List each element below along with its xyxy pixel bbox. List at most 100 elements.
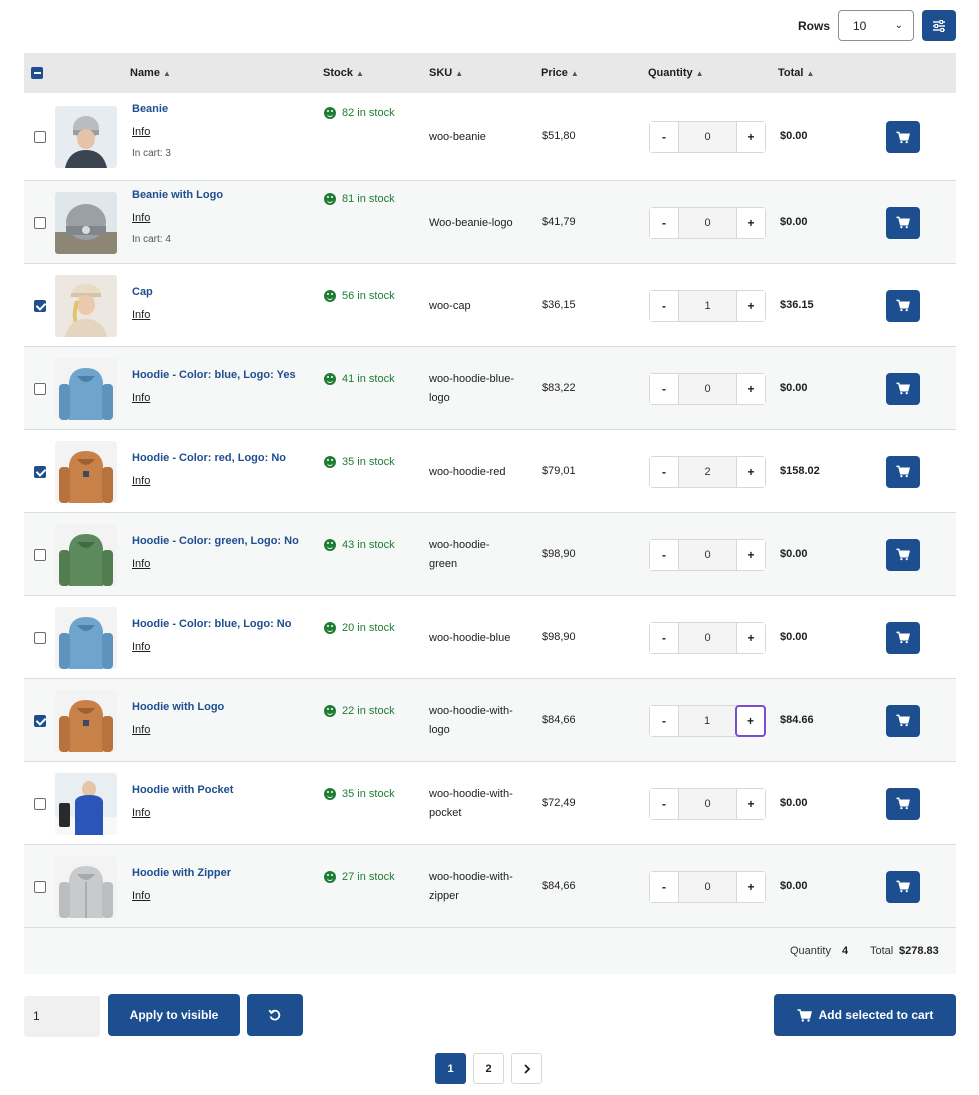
product-name-link[interactable]: Hoodie - Color: green, Logo: No [132, 535, 299, 547]
apply-to-visible-button[interactable]: Apply to visible [108, 994, 240, 1036]
decrease-quantity-button[interactable]: - [650, 373, 679, 404]
column-header-price[interactable]: Price ▲︎ [541, 67, 579, 79]
add-to-cart-button[interactable] [886, 870, 920, 903]
product-name-link[interactable]: Beanie [132, 103, 168, 115]
product-thumbnail[interactable] [55, 357, 117, 420]
add-to-cart-button[interactable] [886, 455, 920, 488]
column-header-total[interactable]: Total ▲︎ [778, 67, 814, 79]
increase-quantity-button[interactable]: + [736, 622, 765, 653]
quantity-input[interactable]: 1 [679, 290, 736, 321]
increase-quantity-button[interactable]: + [736, 373, 765, 404]
product-info-link[interactable]: Info [132, 309, 150, 321]
rows-label: Rows [797, 18, 830, 33]
product-name-link[interactable]: Hoodie - Color: blue, Logo: No [132, 618, 291, 630]
product-info-link[interactable]: Info [132, 641, 150, 653]
product-name-link[interactable]: Hoodie - Color: red, Logo: No [132, 452, 286, 464]
product-info-link[interactable]: Info [132, 126, 150, 138]
product-thumbnail[interactable] [55, 106, 117, 168]
quantity-input[interactable]: 0 [679, 207, 736, 238]
decrease-quantity-button[interactable]: - [650, 122, 679, 152]
decrease-quantity-button[interactable]: - [650, 871, 679, 902]
product-thumbnail[interactable] [55, 689, 117, 752]
product-info-link[interactable]: Info [132, 807, 150, 819]
product-thumbnail[interactable] [55, 772, 117, 835]
product-thumbnail[interactable] [55, 440, 117, 503]
decrease-quantity-button[interactable]: - [650, 290, 679, 321]
product-thumbnail[interactable] [55, 855, 117, 918]
product-info-link[interactable]: Info [132, 212, 150, 224]
decrease-quantity-button[interactable]: - [650, 456, 679, 487]
select-all-checkbox[interactable] [31, 67, 43, 79]
add-to-cart-button[interactable] [886, 121, 920, 153]
column-header-sku[interactable]: SKU ▲︎ [429, 67, 463, 79]
product-name-link[interactable]: Hoodie with Pocket [132, 784, 233, 796]
increase-quantity-button[interactable]: + [736, 122, 765, 152]
product-thumbnail[interactable] [55, 274, 117, 337]
product-thumbnail[interactable] [55, 606, 117, 669]
product-thumbnail[interactable] [55, 523, 117, 586]
quantity-input[interactable]: 0 [679, 788, 736, 819]
row-checkbox[interactable] [34, 548, 46, 561]
page-2-button[interactable]: 2 [473, 1053, 504, 1084]
row-checkbox[interactable] [34, 465, 46, 478]
bulk-quantity-input[interactable]: 1 [24, 996, 100, 1037]
product-info-link[interactable]: Info [132, 558, 150, 570]
increase-quantity-button[interactable]: + [736, 539, 765, 570]
add-selected-to-cart-button[interactable]: Add selected to cart [774, 994, 956, 1036]
product-info-link[interactable]: Info [132, 392, 150, 404]
column-header-quantity[interactable]: Quantity ▲︎ [648, 67, 704, 79]
add-to-cart-button[interactable] [886, 704, 920, 737]
increase-quantity-button[interactable]: + [736, 290, 765, 321]
decrease-quantity-button[interactable]: - [650, 705, 679, 736]
product-thumbnail[interactable] [55, 191, 117, 254]
add-to-cart-button[interactable] [886, 621, 920, 654]
quantity-input[interactable]: 0 [679, 622, 736, 653]
quantity-input[interactable]: 1 [679, 705, 735, 736]
column-header-stock[interactable]: Stock ▲︎ [323, 67, 364, 79]
increase-quantity-button[interactable]: + [736, 456, 765, 487]
product-name-link[interactable]: Hoodie with Zipper [132, 867, 231, 879]
decrease-quantity-button[interactable]: - [650, 788, 679, 819]
rows-per-page-select[interactable]: 10 ⌄ [838, 10, 914, 41]
quantity-input[interactable]: 0 [679, 871, 736, 902]
increase-quantity-button[interactable]: + [736, 788, 765, 819]
row-checkbox[interactable] [34, 216, 46, 229]
row-checkbox[interactable] [34, 880, 46, 893]
reset-button[interactable] [247, 994, 303, 1036]
quantity-input[interactable]: 0 [679, 539, 736, 570]
add-to-cart-button[interactable] [886, 206, 920, 239]
decrease-quantity-button[interactable]: - [650, 207, 679, 238]
column-header-name[interactable]: Name ▲︎ [130, 67, 171, 79]
filter-settings-button[interactable] [922, 10, 956, 41]
sort-icon: ▲︎ [695, 69, 704, 78]
row-checkbox[interactable] [34, 714, 46, 727]
add-to-cart-button[interactable] [886, 289, 920, 322]
quantity-input[interactable]: 0 [679, 373, 736, 404]
decrease-quantity-button[interactable]: - [650, 622, 679, 653]
add-to-cart-button[interactable] [886, 538, 920, 571]
product-name-link[interactable]: Hoodie with Logo [132, 701, 224, 713]
product-name-link[interactable]: Hoodie - Color: blue, Logo: Yes [132, 369, 296, 381]
increase-quantity-button[interactable]: + [736, 871, 765, 902]
add-to-cart-button[interactable] [886, 372, 920, 405]
increase-quantity-button[interactable]: + [735, 704, 766, 737]
next-page-button[interactable] [511, 1053, 542, 1084]
product-name-link[interactable]: Beanie with Logo [132, 189, 223, 201]
quantity-input[interactable]: 0 [679, 122, 736, 152]
add-to-cart-button[interactable] [886, 787, 920, 820]
decrease-quantity-button[interactable]: - [650, 539, 679, 570]
product-info-link[interactable]: Info [132, 475, 150, 487]
row-checkbox[interactable] [34, 797, 46, 810]
product-info-link[interactable]: Info [132, 724, 150, 736]
product-info-link[interactable]: Info [132, 890, 150, 902]
quantity-input[interactable]: 2 [679, 456, 736, 487]
product-name-link[interactable]: Cap [132, 286, 153, 298]
chevron-right-icon [523, 1063, 530, 1074]
row-checkbox[interactable] [34, 382, 46, 395]
row-checkbox[interactable] [34, 131, 46, 143]
pagination: 1 2 [435, 1053, 549, 1084]
row-checkbox[interactable] [34, 299, 46, 312]
row-checkbox[interactable] [34, 631, 46, 644]
page-1-button[interactable]: 1 [435, 1053, 466, 1084]
increase-quantity-button[interactable]: + [736, 207, 765, 238]
